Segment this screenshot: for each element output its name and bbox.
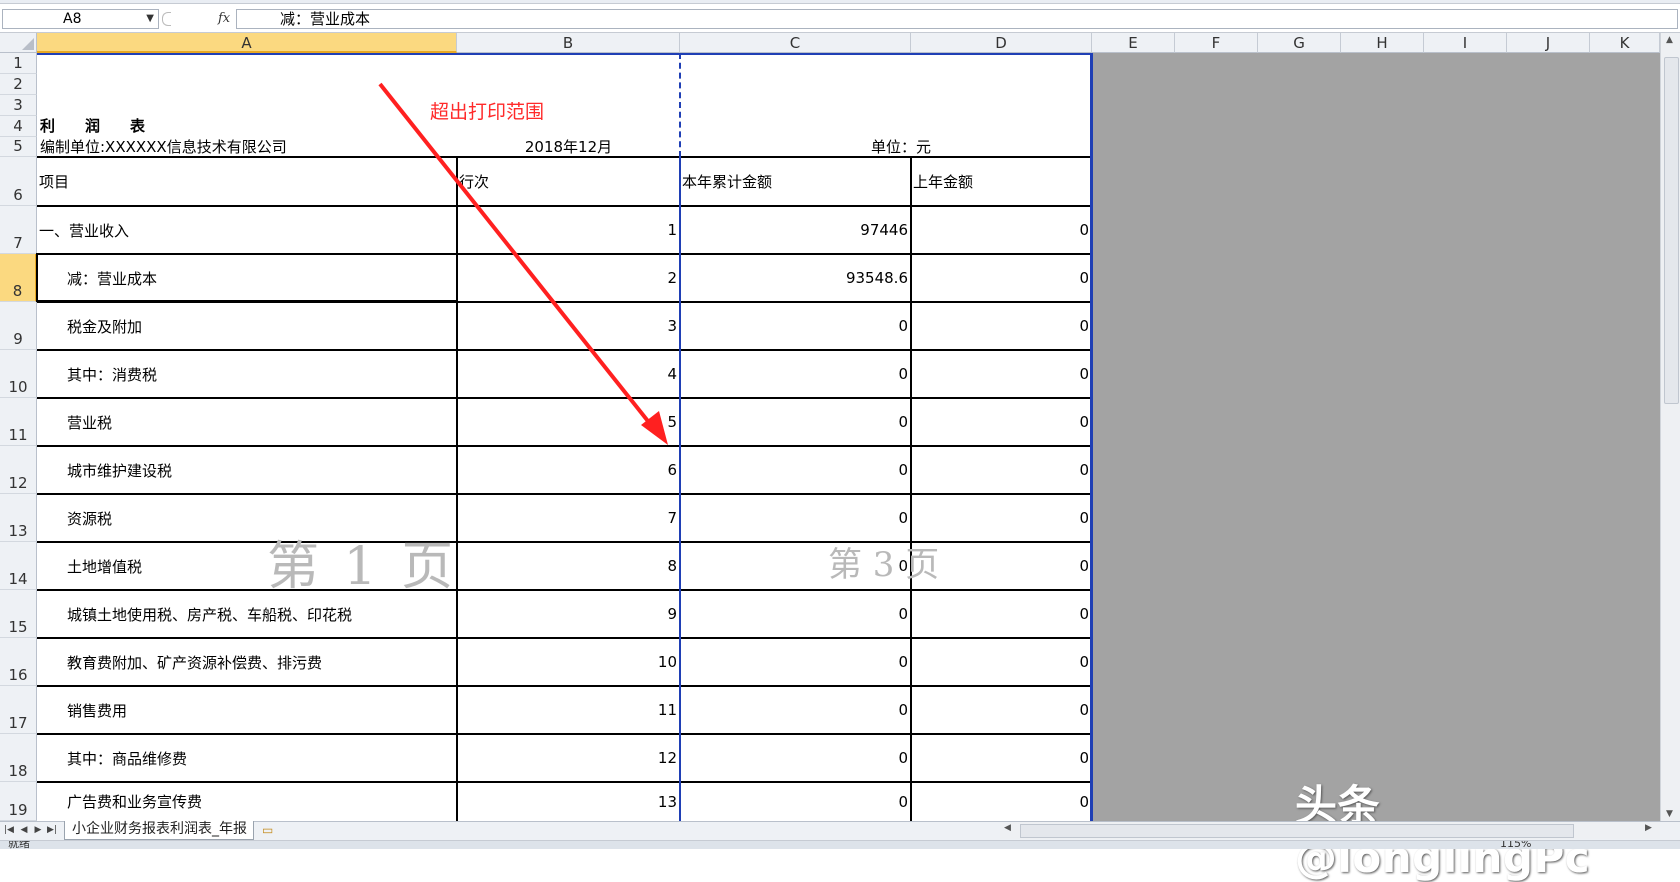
status-bar: 就绪 115% — [0, 840, 1680, 849]
last-sheet-icon[interactable]: ▶| — [46, 822, 58, 839]
prev-sheet-icon[interactable]: ◀ — [18, 822, 30, 839]
scroll-left-icon[interactable]: ◀ — [1004, 823, 1011, 833]
scrollbar-thumb[interactable] — [1664, 57, 1679, 404]
page-watermark-3: 第 3 页 — [828, 545, 940, 585]
scroll-up-icon[interactable]: ▲ — [1666, 35, 1673, 45]
scroll-down-icon[interactable]: ▼ — [1666, 809, 1673, 819]
zoom-level[interactable]: 115% — [1500, 841, 1531, 849]
hscrollbar-thumb[interactable] — [1020, 824, 1574, 838]
status-ready: 就绪 — [8, 840, 30, 849]
vertical-scrollbar[interactable]: ▲ ▼ — [1660, 33, 1680, 821]
scroll-right-icon[interactable]: ▶ — [1645, 823, 1652, 833]
first-sheet-icon[interactable]: |◀ — [3, 822, 15, 839]
page-watermark-1: 第 1 页 — [267, 537, 458, 597]
horizontal-scrollbar[interactable]: ◀ ▶ — [1000, 822, 1660, 839]
annotation-text: 超出打印范围 — [430, 101, 545, 123]
sheet-tab-active[interactable]: 小企业财务报表利润表_年报 — [64, 821, 254, 840]
annotation-arrow — [378, 82, 657, 432]
annotation-overlay — [378, 82, 668, 445]
insert-sheet-icon[interactable]: ▭ — [262, 823, 282, 838]
next-sheet-icon[interactable]: ▶ — [32, 822, 44, 839]
